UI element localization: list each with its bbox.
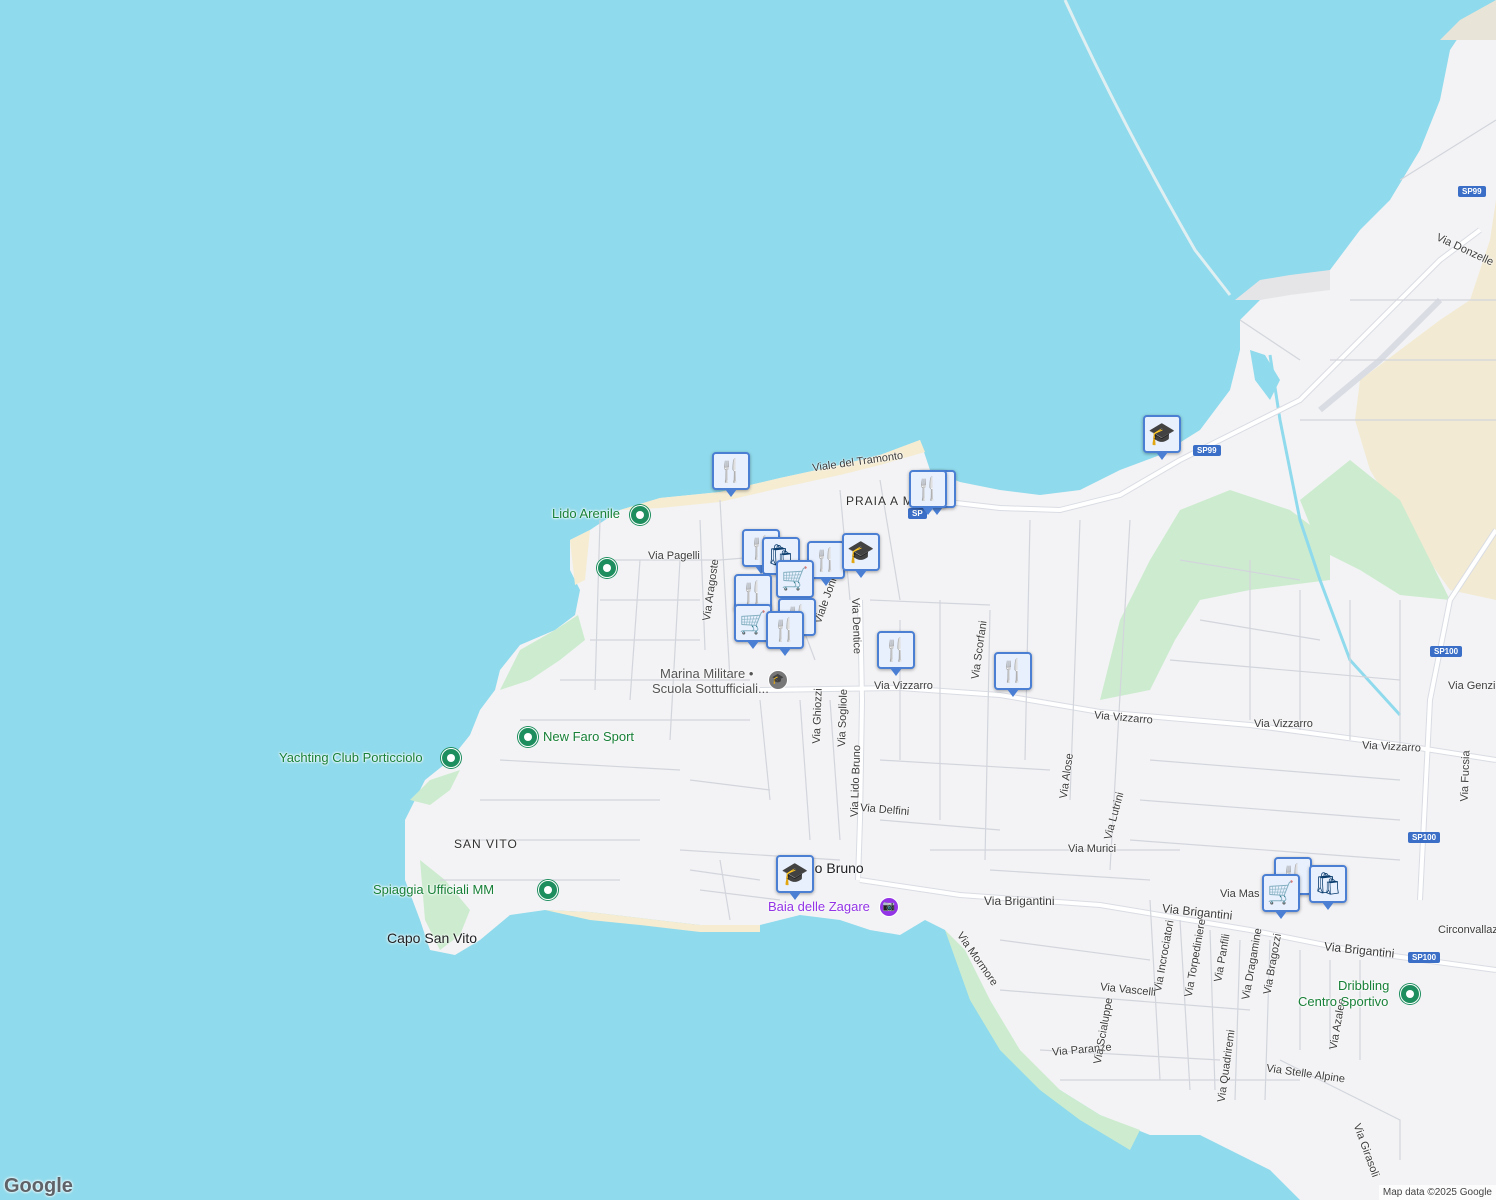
street-label: Via Vizzarro bbox=[874, 680, 933, 692]
route-shield-sp100: SP100 bbox=[1408, 832, 1441, 843]
route-shield-sp100: SP100 bbox=[1408, 952, 1441, 963]
restaurant-icon[interactable]: 🍴 bbox=[909, 470, 947, 515]
restaurant-icon[interactable]: 🍴 bbox=[766, 611, 804, 656]
marina-pin-icon[interactable] bbox=[441, 748, 461, 768]
route-shield-sp99: SP99 bbox=[1193, 445, 1221, 456]
street-label: Via Pagelli bbox=[648, 550, 700, 562]
restaurant-icon[interactable]: 🍴 bbox=[994, 652, 1032, 697]
school-pin-icon[interactable]: 🎓 bbox=[768, 670, 788, 690]
park-pin-icon[interactable] bbox=[597, 558, 617, 578]
street-label: Via Sogliole bbox=[835, 688, 850, 748]
street-label: Via Ghiozzi bbox=[810, 688, 825, 744]
sports-pin-icon[interactable] bbox=[518, 727, 538, 747]
place-label-capo-san-vito: Capo San Vito bbox=[387, 930, 478, 946]
street-label: Via Brigantini bbox=[984, 894, 1055, 908]
street-label: Via Dentice bbox=[849, 597, 864, 655]
street-label: Via Genzi bbox=[1448, 680, 1496, 692]
school-icon[interactable]: 🎓 bbox=[776, 855, 814, 900]
street-label: Via Mas bbox=[1220, 888, 1260, 900]
restaurant-icon[interactable]: 🍴 bbox=[877, 631, 915, 676]
restaurant-icon[interactable]: 🍴 bbox=[712, 452, 750, 497]
shopping-bag-icon[interactable]: 🛍 bbox=[1309, 865, 1347, 910]
street-label: Via Fucsia bbox=[1458, 750, 1473, 802]
poi-label-new-faro-sport[interactable]: New Faro Sport bbox=[543, 729, 634, 744]
map-attribution: Map data ©2025 Google bbox=[1378, 1185, 1496, 1200]
route-shield-sp99: SP99 bbox=[1458, 186, 1486, 197]
place-label-san-vito: SAN VITO bbox=[454, 837, 518, 851]
shopping-cart-icon[interactable]: 🛒 bbox=[1262, 874, 1300, 919]
poi-label-dribbling-sub[interactable]: Centro Sportivo bbox=[1298, 994, 1388, 1009]
street-label: Circonvallaz bbox=[1438, 924, 1496, 936]
poi-label-spiaggia-ufficiali[interactable]: Spiaggia Ufficiali MM bbox=[373, 882, 494, 897]
poi-label-yachting-club[interactable]: Yachting Club Porticciolo bbox=[279, 750, 423, 765]
poi-label-marina-militare-sub[interactable]: Scuola Sottufficiali... bbox=[652, 681, 769, 696]
sports-pin-icon[interactable] bbox=[1400, 984, 1420, 1004]
google-logo: Google bbox=[4, 1175, 73, 1197]
route-shield-sp100: SP100 bbox=[1430, 646, 1463, 657]
camera-pin-icon[interactable]: 📷 bbox=[879, 897, 899, 917]
school-icon[interactable]: 🎓 bbox=[842, 533, 880, 578]
poi-label-baia-zagare[interactable]: Baia delle Zagare bbox=[768, 899, 870, 914]
park-pin-icon[interactable] bbox=[630, 505, 650, 525]
poi-label-dribbling[interactable]: Dribbling bbox=[1338, 978, 1389, 993]
poi-label-lido-arenile[interactable]: Lido Arenile bbox=[552, 506, 620, 521]
beach-pin-icon[interactable] bbox=[538, 880, 558, 900]
street-label: Via Murici bbox=[1068, 843, 1117, 855]
shopping-cart-icon[interactable]: 🛒 bbox=[776, 560, 814, 605]
school-icon[interactable]: 🎓 bbox=[1143, 415, 1181, 460]
street-label: Via Vizzarro bbox=[1254, 718, 1313, 730]
poi-label-marina-militare[interactable]: Marina Militare • bbox=[660, 666, 753, 681]
